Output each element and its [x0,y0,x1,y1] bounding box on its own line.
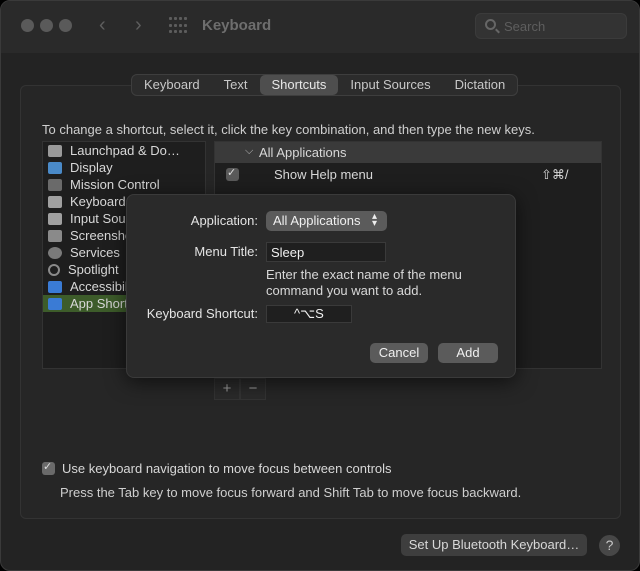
display-icon [48,161,62,174]
remove-shortcut-button[interactable]: − [240,378,266,400]
app-shortcuts-icon [48,297,62,310]
shortcut-keys[interactable]: ⇧⌘/ [541,167,569,183]
category-launchpad[interactable]: Launchpad & Do… [43,142,205,159]
spotlight-icon [48,263,60,276]
search-field[interactable]: Search [475,13,627,39]
shortcut-group-row[interactable]: ⌵ All Applications [215,142,601,163]
shortcut-label: Show Help menu [274,167,373,182]
launchpad-icon [48,144,62,157]
mission-control-icon [48,178,62,191]
instructions-text: To change a shortcut, select it, click t… [42,122,535,137]
tab-shortcuts[interactable]: Shortcuts [259,75,339,95]
help-button[interactable]: ? [599,535,620,556]
titlebar: ‹ › Keyboard Search [1,1,639,53]
category-label: Keyboard [70,194,126,209]
tab-keyboard[interactable]: Keyboard [132,75,212,95]
category-label: Accessibil [70,279,128,294]
keyboard-preferences-window: ‹ › Keyboard Search Keyboard Text Shortc… [0,0,640,571]
tab-text[interactable]: Text [212,75,260,95]
add-button[interactable]: Add [438,343,498,363]
category-label: Display [70,160,113,175]
forward-arrow-icon[interactable]: › [135,14,142,37]
keyboard-navigation-description: Press the Tab key to move focus forward … [60,485,522,500]
category-display[interactable]: Display [43,159,205,176]
menu-title-field[interactable]: Sleep [266,242,386,262]
add-shortcut-button[interactable]: + [214,378,240,400]
application-label: Application: [190,213,258,228]
application-value: All Applications [273,213,361,228]
show-all-grid-icon[interactable] [169,17,187,35]
list-controls: + − [214,378,266,400]
keyboard-shortcut-field[interactable]: ^⌥S [266,305,352,323]
setup-bluetooth-keyboard-button[interactable]: Set Up Bluetooth Keyboard… [401,534,587,556]
search-icon [485,19,496,30]
keyboard-navigation-checkbox[interactable] [42,460,55,475]
application-popup[interactable]: All Applications [266,211,387,231]
minimize-window-button[interactable] [40,19,53,32]
updown-chevron-icon [371,211,381,229]
keyboard-shortcut-label: Keyboard Shortcut: [146,306,258,321]
accessibility-icon [48,280,62,293]
category-label: Input Sou [70,211,126,226]
category-label: Spotlight [68,262,119,277]
back-arrow-icon[interactable]: ‹ [99,14,106,37]
category-label: Launchpad & Do… [70,143,180,158]
tab-bar: Keyboard Text Shortcuts Input Sources Di… [131,74,519,96]
keyboard-navigation-label: Use keyboard navigation to move focus be… [62,461,392,476]
zoom-window-button[interactable] [59,19,72,32]
window-title: Keyboard [202,17,272,34]
services-icon [48,246,62,259]
category-label: App Short [70,296,128,311]
shortcut-row[interactable]: Show Help menu ⇧⌘/ [215,165,601,185]
input-sources-icon [48,212,62,225]
menu-title-label: Menu Title: [194,244,258,259]
screenshot-icon [48,229,62,242]
category-label: Mission Control [70,177,160,192]
tab-input-sources[interactable]: Input Sources [338,75,442,95]
category-label: Screensho [70,228,133,243]
cancel-button[interactable]: Cancel [370,343,428,363]
chevron-down-icon[interactable]: ⌵ [245,145,253,158]
category-label: Services [70,245,120,260]
shortcut-enabled-checkbox[interactable] [226,166,239,181]
search-placeholder: Search [504,19,546,34]
add-shortcut-sheet: Application: All Applications Menu Title… [126,194,516,378]
tab-dictation[interactable]: Dictation [443,75,518,95]
menu-title-hint: Enter the exact name of the menu command… [266,267,462,298]
keyboard-icon [48,195,62,208]
category-mission-control[interactable]: Mission Control [43,176,205,193]
close-window-button[interactable] [21,19,34,32]
group-label: All Applications [259,145,347,160]
